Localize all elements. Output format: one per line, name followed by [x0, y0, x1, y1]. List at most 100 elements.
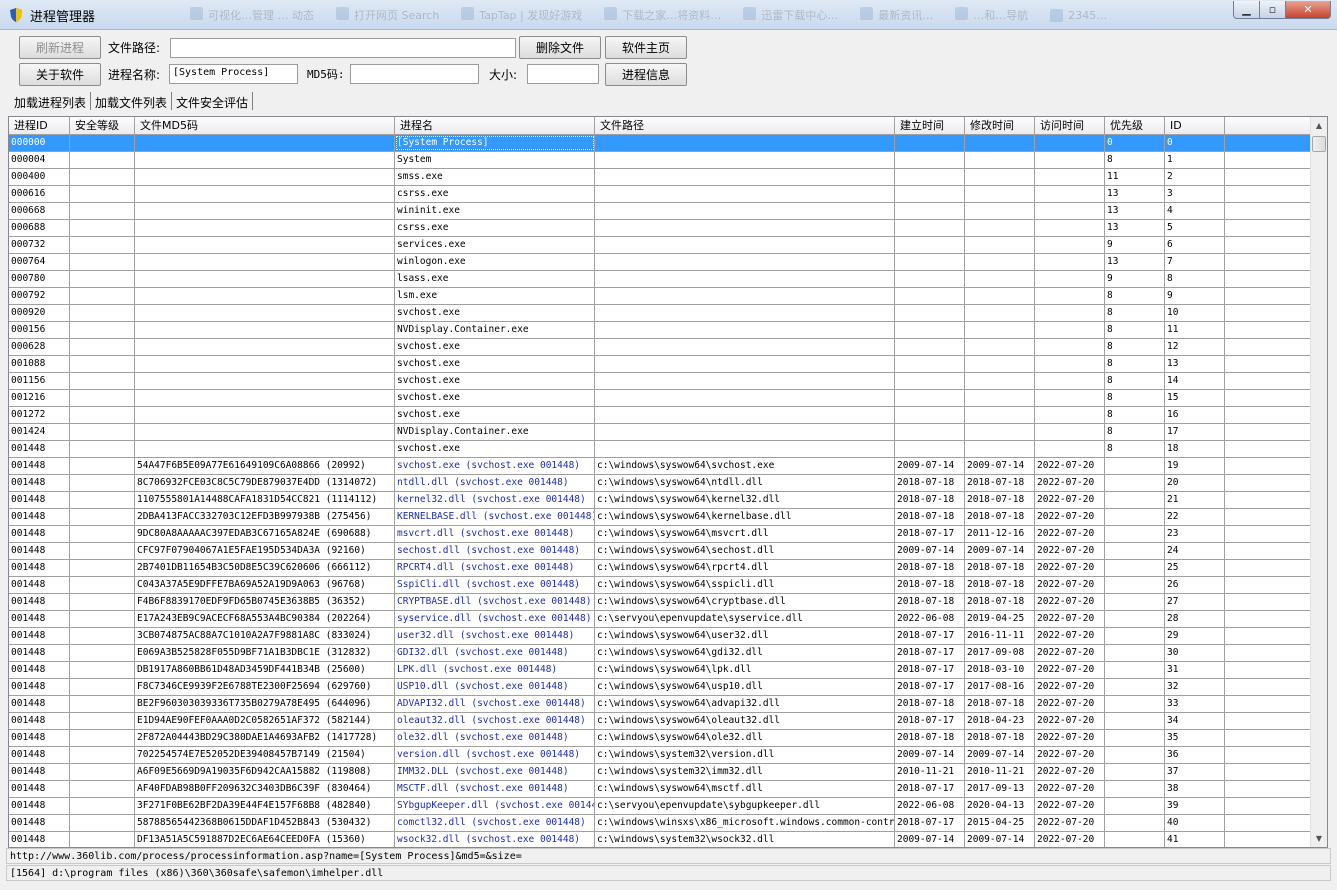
table-cell: [595, 254, 895, 270]
table-row[interactable]: 001448 DF13A51A5C591887D2EC6AE64CEED0FA (…: [9, 832, 1311, 847]
scroll-thumb[interactable]: [1312, 136, 1326, 152]
process-name-input[interactable]: [System Process]: [169, 64, 298, 84]
table-row[interactable]: 001448 C043A37A5E9DFFE7BA69A52A19D9A063 (…: [9, 577, 1311, 594]
tab-file-list[interactable]: 加载文件列表: [91, 92, 173, 110]
refresh-process-button[interactable]: 刷新进程: [19, 36, 101, 59]
table-row[interactable]: 001216 svchost.exe 8 15: [9, 390, 1311, 407]
table-cell: c:\windows\syswow64\gdi32.dll: [595, 645, 895, 661]
table-row[interactable]: 001448 8C706932FCE03C8C5C79DE879037E4DD (…: [9, 475, 1311, 492]
minimize-button[interactable]: ▁: [1233, 1, 1260, 19]
table-row[interactable]: 001424 NVDisplay.Container.exe 8 17: [9, 424, 1311, 441]
table-row[interactable]: 000628 svchost.exe 8 12: [9, 339, 1311, 356]
table-row[interactable]: 001448 2F872A04443BD29C380DAE1A4693AFB2 (…: [9, 730, 1311, 747]
table-cell: [1035, 390, 1105, 406]
table-row[interactable]: 001448 3F271F0BE62BF2DA39E44F4E157F68B8 (…: [9, 798, 1311, 815]
about-software-button[interactable]: 关于软件: [19, 63, 101, 86]
table-row[interactable]: 001448 E1D94AE90FEF0AAA0D2C0582651AF372 (…: [9, 713, 1311, 730]
table-cell: csrss.exe: [395, 186, 595, 202]
table-row[interactable]: 001448 2B7401DB11654B3C50D8E5C39C620606 (…: [9, 560, 1311, 577]
table-row[interactable]: 001448 AF40FDAB98B0FF209632C3403DB6C39F (…: [9, 781, 1311, 798]
table-cell: [1035, 220, 1105, 236]
table-row[interactable]: 000920 svchost.exe 8 10: [9, 305, 1311, 322]
table-row[interactable]: 001272 svchost.exe 8 16: [9, 407, 1311, 424]
table-row[interactable]: 000156 NVDisplay.Container.exe 8 11: [9, 322, 1311, 339]
table-cell: 001448: [9, 781, 70, 797]
scroll-up-arrow-icon[interactable]: ▲: [1311, 117, 1327, 134]
table-cell: [595, 373, 895, 389]
table-row[interactable]: 001448 E17A243EB9C9ACECF68A553A4BC90384 (…: [9, 611, 1311, 628]
table-cell: [895, 441, 965, 457]
file-path-input[interactable]: [170, 38, 516, 58]
table-row[interactable]: 000792 lsm.exe 8 9: [9, 288, 1311, 305]
table-row[interactable]: 000668 wininit.exe 13 4: [9, 203, 1311, 220]
table-cell: [1105, 458, 1165, 474]
vertical-scrollbar[interactable]: ▲ ▼: [1310, 117, 1327, 847]
column-header[interactable]: 进程ID: [9, 117, 70, 135]
column-header[interactable]: 建立时间: [895, 117, 965, 135]
delete-file-button[interactable]: 删除文件: [519, 36, 601, 59]
process-info-button[interactable]: 进程信息: [605, 63, 687, 86]
table-cell: 8: [1105, 288, 1165, 304]
table-row[interactable]: 000732 services.exe 9 6: [9, 237, 1311, 254]
table-cell: GDI32.dll (svchost.exe 001448): [395, 645, 595, 661]
table-row[interactable]: 001448 9DC80A8AAAAAC397EDAB3C67165A824E (…: [9, 526, 1311, 543]
software-homepage-button[interactable]: 软件主页: [605, 36, 687, 59]
table-row[interactable]: 001448 CFC97F07904067A1E5FAE195D534DA3A (…: [9, 543, 1311, 560]
table-row[interactable]: 001448 3CB074875AC88A7C1010A2A7F9881A8C (…: [9, 628, 1311, 645]
table-cell: System: [395, 152, 595, 168]
table-row[interactable]: 001448 DB1917A860BB61D48AD3459DF441B34B (…: [9, 662, 1311, 679]
table-cell: sechost.dll (svchost.exe 001448): [395, 543, 595, 559]
table-row[interactable]: 001156 svchost.exe 8 14: [9, 373, 1311, 390]
size-input[interactable]: [527, 64, 599, 84]
table-cell: 2018-03-10: [965, 662, 1035, 678]
column-header[interactable]: 优先级: [1105, 117, 1165, 135]
table-row[interactable]: 000004 System 8 1: [9, 152, 1311, 169]
maximize-button[interactable]: ▫: [1260, 1, 1286, 19]
column-header[interactable]: 访问时间: [1035, 117, 1105, 135]
table-cell: 16: [1165, 407, 1225, 423]
column-header[interactable]: 进程名: [395, 117, 595, 135]
tab-file-security[interactable]: 文件安全评估: [172, 92, 254, 110]
table-row[interactable]: 001448 1107555801A14488CAFA1831D54CC821 (…: [9, 492, 1311, 509]
table-row[interactable]: 001448 E069A3B525828F055D9BF71A1B3DBC1E (…: [9, 645, 1311, 662]
table-cell: 001448: [9, 730, 70, 746]
scroll-down-arrow-icon[interactable]: ▼: [1311, 830, 1327, 847]
column-header[interactable]: 文件MD5码: [135, 117, 395, 135]
tab-process-list[interactable]: 加载进程列表: [10, 92, 92, 110]
table-row[interactable]: 000688 csrss.exe 13 5: [9, 220, 1311, 237]
table-cell: 2022-07-20: [1035, 475, 1105, 491]
column-header[interactable]: 安全等级: [70, 117, 135, 135]
table-cell: c:\windows\system32\imm32.dll: [595, 764, 895, 780]
table-cell: syservice.dll (svchost.exe 001448): [395, 611, 595, 627]
table-row[interactable]: 000764 winlogon.exe 13 7: [9, 254, 1311, 271]
table-cell: [135, 186, 395, 202]
table-cell: [1035, 288, 1105, 304]
table-cell: [70, 662, 135, 678]
table-row[interactable]: 000616 csrss.exe 13 3: [9, 186, 1311, 203]
table-cell: [1035, 186, 1105, 202]
table-row[interactable]: 001448 F8C7346CE9939F2E6788TE2300F25694 (…: [9, 679, 1311, 696]
table-row[interactable]: 001448 svchost.exe 8 18: [9, 441, 1311, 458]
table-row[interactable]: 001448 BE2F960303039336T735B0279A78E495 (…: [9, 696, 1311, 713]
table-row[interactable]: 001088 svchost.exe 8 13: [9, 356, 1311, 373]
close-button[interactable]: ✕: [1286, 1, 1331, 19]
column-header[interactable]: 修改时间: [965, 117, 1035, 135]
table-row[interactable]: 000000 [System Process] 0 0: [9, 135, 1311, 152]
column-header[interactable]: 文件路径: [595, 117, 895, 135]
table-cell: 37: [1165, 764, 1225, 780]
column-header[interactable]: ID: [1165, 117, 1225, 135]
table-row[interactable]: 001448 54A47F6B5E09A77E61649109C6A08866 (…: [9, 458, 1311, 475]
table-row[interactable]: 001448 F4B6F8839170EDF9FD65B0745E3638B5 (…: [9, 594, 1311, 611]
table-cell: 001448: [9, 679, 70, 695]
table-cell: 001448: [9, 458, 70, 474]
md5-input[interactable]: [350, 64, 479, 84]
table-row[interactable]: 000400 smss.exe 11 2: [9, 169, 1311, 186]
table-row[interactable]: 001448 A6F09E5669D9A19035F6D942CAA15882 (…: [9, 764, 1311, 781]
table-row[interactable]: 001448 702254574E7E52052DE39408457B7149 (…: [9, 747, 1311, 764]
table-row[interactable]: 000780 lsass.exe 9 8: [9, 271, 1311, 288]
table-cell: 6: [1165, 237, 1225, 253]
table-row[interactable]: 001448 2DBA413FACC332703C12EFD3B997938B (…: [9, 509, 1311, 526]
table-row[interactable]: 001448 58788565442368B0615DDAF1D452B843 (…: [9, 815, 1311, 832]
table-cell: [70, 339, 135, 355]
table-cell: [70, 169, 135, 185]
